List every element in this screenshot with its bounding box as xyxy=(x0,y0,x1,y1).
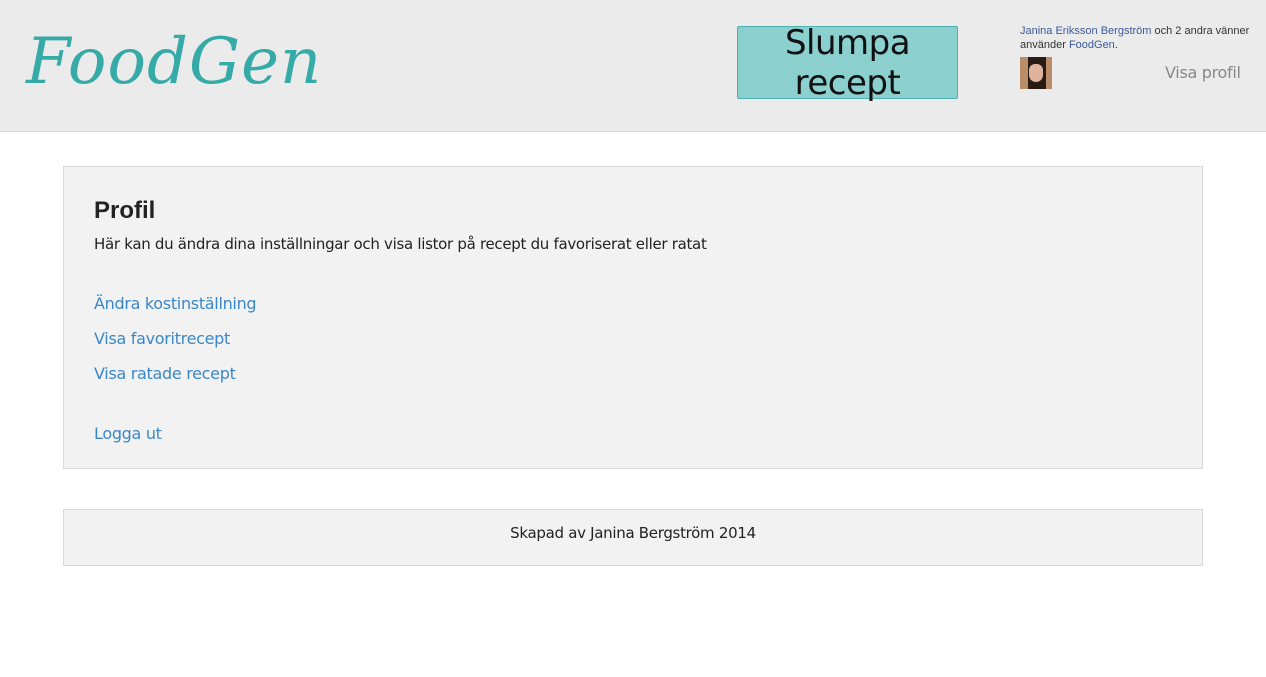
friend-link[interactable]: Janina Eriksson Bergström xyxy=(1020,25,1151,37)
profile-panel: Profil Här kan du ändra dina inställning… xyxy=(63,166,1203,469)
app-link[interactable]: FoodGen xyxy=(1069,39,1115,51)
site-footer: Skapad av Janina Bergström 2014 xyxy=(63,509,1203,566)
rejected-recipes-link[interactable]: Visa ratade recept xyxy=(94,364,236,383)
site-header: FoodGen Slumpa recept Janina Eriksson Be… xyxy=(0,0,1266,132)
view-profile-link[interactable]: Visa profil xyxy=(1165,63,1241,82)
logout-link[interactable]: Logga ut xyxy=(94,424,162,443)
random-recipe-button[interactable]: Slumpa recept xyxy=(737,23,958,103)
favorite-recipes-link[interactable]: Visa favoritrecept xyxy=(94,329,230,348)
diet-settings-link[interactable]: Ändra kostinställning xyxy=(94,294,257,313)
footer-credit: Skapad av Janina Bergström 2014 xyxy=(510,523,756,542)
facebook-social-context: Janina Eriksson Bergström och 2 andra vä… xyxy=(1020,24,1260,52)
social-text-end: . xyxy=(1114,39,1118,51)
page-title: Profil xyxy=(94,197,156,224)
site-logo[interactable]: FoodGen xyxy=(26,22,322,102)
friend-avatar[interactable] xyxy=(1020,57,1052,89)
profile-description: Här kan du ändra dina inställningar och … xyxy=(94,235,707,253)
